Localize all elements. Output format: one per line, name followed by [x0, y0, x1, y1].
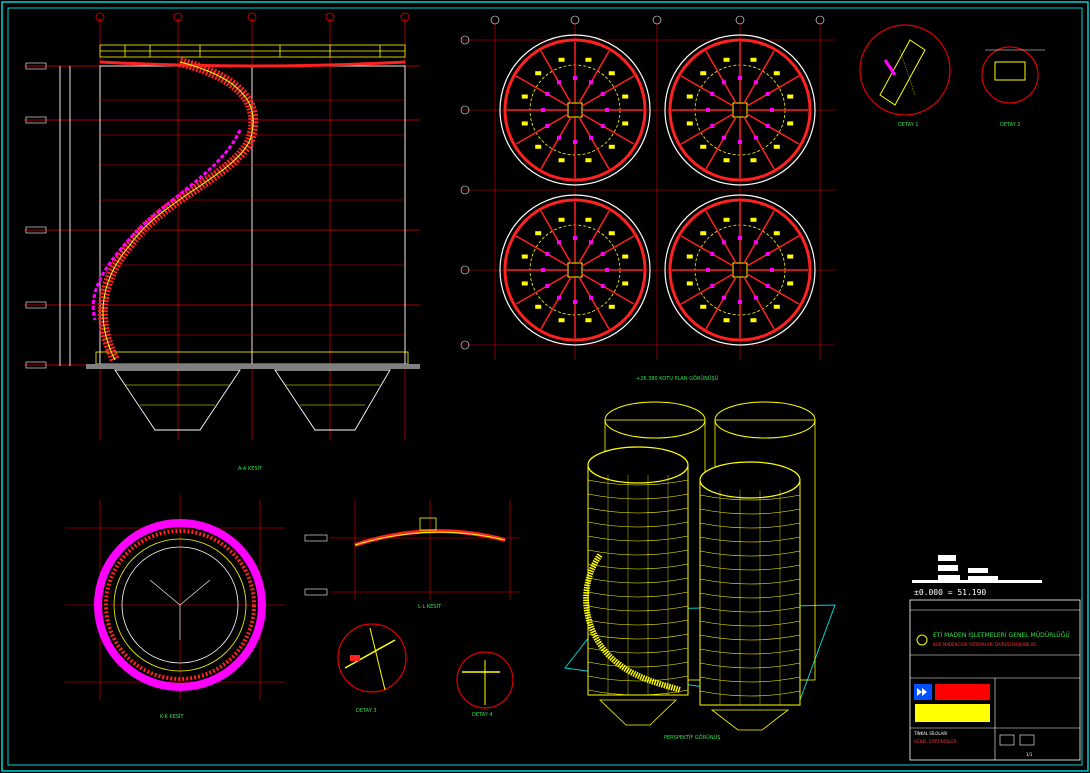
title-block-department: BOR MADENCİLİK YATIRIMLARI DAİRESİ BAŞKA… — [933, 642, 1037, 647]
elevation-reference: ±0.000 = 51.190 — [914, 588, 987, 597]
perspective-view — [564, 401, 836, 731]
section-l-l — [304, 500, 520, 600]
plan-view — [460, 15, 835, 360]
legend-block — [912, 555, 1042, 583]
drawing-border-inner — [7, 7, 1083, 766]
label-plan: +26.380 KOTU PLAN GÖRÜNÜŞÜ — [636, 376, 719, 382]
label-section-a: A-A KESİT — [238, 466, 263, 472]
label-detail-3: DETAY 3 — [356, 708, 377, 714]
title-block-subtitle: GENEL GÖRÜNÜŞLER — [914, 739, 957, 744]
detail-1 — [859, 24, 951, 116]
section-a-a — [24, 12, 420, 440]
label-section-k: K-K KESİT — [160, 714, 184, 720]
label-section-l: L-L KESİT — [418, 604, 442, 610]
title-block-company: ETİ MADEN İŞLETMELERİ GENEL MÜDÜRLÜĞÜ — [933, 632, 1070, 639]
drawing-border-outer — [1, 1, 1089, 772]
title-block-sheet: 1/1 — [1026, 752, 1033, 757]
detail-4 — [456, 651, 514, 709]
title-block-project: TİNKAL SİLOLARI — [914, 731, 948, 736]
label-detail-4: DETAY 4 — [472, 712, 493, 718]
label-perspective: PERSPEKTİF GÖRÜNÜŞ — [664, 735, 721, 741]
cad-drawing-canvas — [1, 1, 1089, 772]
detail-3 — [337, 623, 407, 693]
label-detail-2: DETAY 2 — [1000, 122, 1021, 128]
company-logo-icon — [916, 634, 928, 646]
label-detail-1: DETAY 1 — [898, 122, 919, 128]
section-k-k — [65, 495, 285, 700]
detail-2 — [981, 46, 1045, 104]
title-block — [909, 599, 1081, 761]
